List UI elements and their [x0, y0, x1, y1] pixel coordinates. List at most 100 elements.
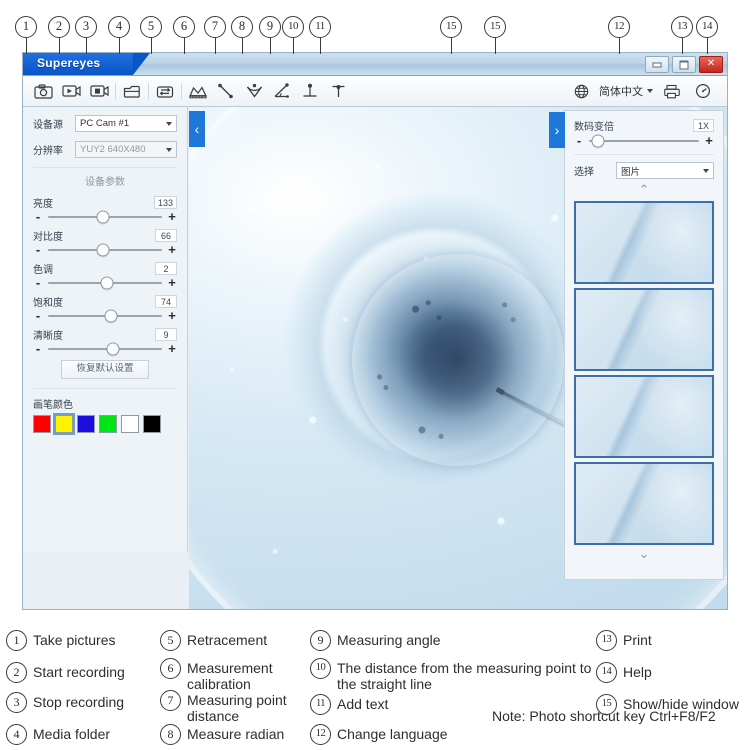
- thumbnail-item[interactable]: [574, 462, 714, 545]
- slider-track[interactable]: [48, 342, 162, 356]
- start-recording-icon[interactable]: [60, 80, 82, 102]
- measure-radian-icon[interactable]: [243, 80, 265, 102]
- legend-item-8: 8 Measure radian: [160, 724, 310, 745]
- collapse-left-panel-button[interactable]: ‹: [189, 111, 205, 147]
- pen-color-blue[interactable]: [77, 415, 95, 433]
- minimize-button[interactable]: [645, 56, 669, 73]
- callout-leader-line: [86, 38, 88, 54]
- callout-marker-8: 8: [231, 16, 253, 38]
- slider-control[interactable]: - +: [33, 210, 177, 224]
- slider-4: 清晰度 9- +: [33, 327, 177, 356]
- slider-header: 对比度 66: [33, 228, 177, 243]
- thumbnail-item[interactable]: [574, 201, 714, 284]
- slider-label: 色调: [33, 265, 53, 276]
- retracement-icon[interactable]: [154, 80, 176, 102]
- maximize-button[interactable]: [672, 56, 696, 73]
- globe-icon: [570, 80, 592, 102]
- measuring-point-distance-icon[interactable]: [215, 80, 237, 102]
- media-folder-icon[interactable]: [121, 80, 143, 102]
- resolution-select[interactable]: YUY2 640X480: [75, 141, 177, 158]
- legend-text: Retracement: [187, 632, 268, 648]
- slider-increase-button[interactable]: +: [167, 276, 177, 289]
- slider-control[interactable]: - +: [33, 276, 177, 290]
- callout-leader-line: [682, 38, 684, 54]
- slider-control[interactable]: - +: [33, 309, 177, 323]
- zoom-slider-thumb[interactable]: [591, 134, 605, 148]
- slider-thumb[interactable]: [96, 243, 110, 257]
- media-type-select[interactable]: 图片: [616, 162, 714, 179]
- slider-track[interactable]: [48, 276, 162, 290]
- chevron-down-icon[interactable]: [647, 89, 653, 93]
- legend-number: 4: [6, 724, 27, 745]
- thumbnail-item[interactable]: [574, 375, 714, 458]
- help-icon[interactable]: [692, 80, 714, 102]
- pen-color-red[interactable]: [33, 415, 51, 433]
- slider-decrease-button[interactable]: -: [33, 309, 43, 322]
- slider-thumb[interactable]: [96, 210, 110, 224]
- take-pictures-icon[interactable]: [32, 80, 54, 102]
- callout-leader-line: [495, 38, 497, 54]
- slider-control[interactable]: - +: [33, 243, 177, 257]
- slider-thumb[interactable]: [100, 276, 114, 290]
- minimize-icon: [652, 62, 662, 67]
- zoom-decrease-button[interactable]: -: [574, 134, 584, 147]
- callout-marker-7: 7: [204, 16, 226, 38]
- slider-track[interactable]: [48, 309, 162, 323]
- digital-zoom-header: 数码变倍 1X: [574, 118, 714, 133]
- slider-track[interactable]: [48, 210, 162, 224]
- add-text-icon[interactable]: [327, 80, 349, 102]
- legend-number: 11: [310, 694, 331, 715]
- slider-control[interactable]: - +: [33, 342, 177, 356]
- callout-marker-2: 2: [48, 16, 70, 38]
- slider-value: 66: [155, 229, 177, 242]
- zoom-increase-button[interactable]: +: [704, 134, 714, 147]
- slider-decrease-button[interactable]: -: [33, 210, 43, 223]
- slider-increase-button[interactable]: +: [167, 309, 177, 322]
- scroll-up-icon[interactable]: ⌃: [574, 184, 714, 199]
- language-selector-label[interactable]: 简体中文: [599, 83, 643, 99]
- slider-header: 色调 2: [33, 261, 177, 276]
- legend-text: Help: [623, 664, 652, 680]
- pen-color-green[interactable]: [99, 415, 117, 433]
- legend-item-1: 1 Take pictures: [6, 630, 156, 651]
- thumbnail-item[interactable]: [574, 288, 714, 371]
- thumbnail-image: [576, 464, 712, 543]
- slider-track[interactable]: [48, 243, 162, 257]
- slider-thumb[interactable]: [106, 342, 120, 356]
- zoom-slider-track[interactable]: [589, 134, 699, 148]
- legend-number: 2: [6, 662, 27, 683]
- slider-increase-button[interactable]: +: [167, 342, 177, 355]
- legend-item-14: 14 Help: [596, 662, 746, 683]
- device-source-select[interactable]: PC Cam #1: [75, 115, 177, 132]
- measuring-angle-icon[interactable]: [271, 80, 293, 102]
- stop-recording-icon[interactable]: [88, 80, 110, 102]
- slider-decrease-button[interactable]: -: [33, 243, 43, 256]
- scroll-down-icon[interactable]: ⌄: [574, 548, 714, 563]
- slider-increase-button[interactable]: +: [167, 210, 177, 223]
- point-to-line-distance-icon[interactable]: [299, 80, 321, 102]
- legend-number: 5: [160, 630, 181, 651]
- pen-color-white[interactable]: [121, 415, 139, 433]
- pen-color-black[interactable]: [143, 415, 161, 433]
- measurement-calibration-icon[interactable]: [187, 80, 209, 102]
- legend-item-6: 6 Measurement calibration: [160, 658, 310, 692]
- slider-decrease-button[interactable]: -: [33, 276, 43, 289]
- legend-text: Take pictures: [33, 632, 116, 648]
- restore-defaults-button[interactable]: 恢复默认设置: [61, 360, 149, 379]
- slider-thumb[interactable]: [104, 309, 118, 323]
- chevron-down-icon: [166, 121, 172, 126]
- digital-zoom-slider[interactable]: - +: [574, 134, 714, 148]
- print-icon[interactable]: [660, 80, 682, 102]
- slider-decrease-button[interactable]: -: [33, 342, 43, 355]
- legend-item-3: 3 Stop recording: [6, 692, 156, 713]
- callout-leader-line: [707, 38, 709, 54]
- slider-value: 2: [155, 262, 177, 275]
- collapse-right-panel-button[interactable]: ›: [549, 112, 565, 148]
- pen-color-yellow[interactable]: [53, 413, 75, 435]
- slider-increase-button[interactable]: +: [167, 243, 177, 256]
- legend-number: 14: [596, 662, 617, 683]
- slider-header: 清晰度 9: [33, 327, 177, 342]
- close-button[interactable]: ✕: [699, 56, 723, 73]
- resolution-value: YUY2 640X480: [80, 144, 146, 155]
- app-title: Supereyes: [37, 56, 101, 70]
